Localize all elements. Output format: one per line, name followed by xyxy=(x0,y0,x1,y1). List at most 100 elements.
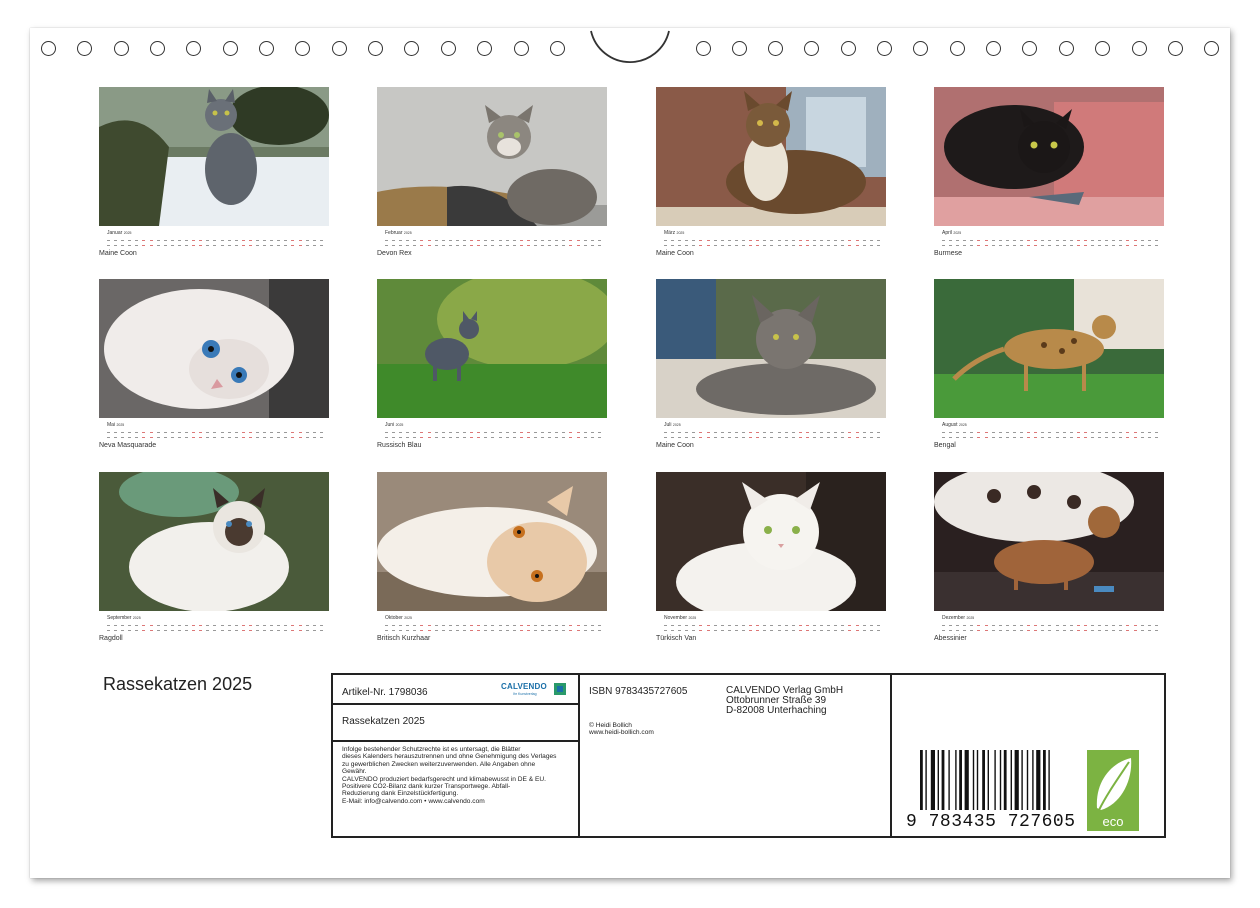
day-cell xyxy=(505,240,509,241)
day-cell xyxy=(277,625,281,626)
day-cell xyxy=(664,245,667,246)
cat-photo-drawing xyxy=(99,279,329,418)
day-cell xyxy=(284,437,288,438)
day-cell xyxy=(305,245,309,246)
day-cell xyxy=(699,630,703,631)
month-name: November xyxy=(664,615,688,621)
barcode-bar xyxy=(1014,750,1019,810)
day-cell xyxy=(699,240,703,241)
day-cell xyxy=(949,245,953,246)
binding-rings xyxy=(0,0,1260,80)
day-cell xyxy=(777,630,781,631)
day-cell xyxy=(385,432,388,433)
day-cell xyxy=(192,240,196,241)
day-cell xyxy=(505,245,509,246)
weekday-row xyxy=(942,623,1158,627)
day-cell xyxy=(277,630,281,631)
day-cell xyxy=(298,245,302,246)
day-cell xyxy=(312,437,316,438)
day-cell xyxy=(170,437,174,438)
day-cell xyxy=(685,245,689,246)
day-cell xyxy=(1062,432,1066,433)
day-cell xyxy=(163,437,167,438)
day-cell xyxy=(1041,245,1045,246)
day-cell xyxy=(385,240,388,241)
day-cell xyxy=(1140,245,1144,246)
day-cell xyxy=(706,630,710,631)
day-cell xyxy=(590,432,594,433)
day-cell xyxy=(548,245,552,246)
day-cell xyxy=(727,630,731,631)
day-cell xyxy=(170,432,174,433)
day-cell xyxy=(206,240,210,241)
binding-ring xyxy=(767,41,783,56)
day-cell xyxy=(1098,437,1102,438)
day-cell xyxy=(784,245,788,246)
binding-ring xyxy=(876,41,892,56)
day-cell xyxy=(526,240,530,241)
day-cell xyxy=(114,245,118,246)
binding-ring xyxy=(803,41,819,56)
day-cell xyxy=(505,625,509,626)
month-year: 2025 xyxy=(403,231,412,235)
day-cell xyxy=(756,240,760,241)
binding-ring xyxy=(1021,41,1037,56)
day-cell xyxy=(876,437,880,438)
binding-ring xyxy=(695,41,711,56)
cat-photo xyxy=(377,279,607,418)
day-cell xyxy=(541,245,545,246)
day-cell xyxy=(798,432,802,433)
day-cell xyxy=(170,625,174,626)
logo-wordmark: CALVENDO xyxy=(501,682,547,691)
day-cell xyxy=(770,625,774,626)
day-cell xyxy=(107,245,110,246)
day-cell xyxy=(1083,432,1087,433)
day-cell xyxy=(956,240,960,241)
day-cell xyxy=(862,625,866,626)
day-cell xyxy=(1119,625,1123,626)
day-cell xyxy=(827,630,831,631)
day-cell xyxy=(498,437,502,438)
binding-ring xyxy=(840,41,856,56)
day-cell xyxy=(533,625,537,626)
day-cell xyxy=(291,437,295,438)
day-cell xyxy=(213,437,217,438)
day-cell xyxy=(770,630,774,631)
day-cell xyxy=(784,240,788,241)
day-cell xyxy=(399,437,403,438)
breed-caption: Abessinier xyxy=(934,635,967,642)
day-cell xyxy=(1090,437,1094,438)
cat-photo xyxy=(99,472,329,611)
day-cell xyxy=(749,630,753,631)
day-cell xyxy=(213,625,217,626)
day-cell xyxy=(406,245,410,246)
day-cell xyxy=(1133,437,1137,438)
day-cell xyxy=(420,240,424,241)
day-cell xyxy=(742,432,746,433)
day-cell xyxy=(692,245,696,246)
month-label: Juli 2025 xyxy=(664,422,681,428)
day-cell xyxy=(812,240,816,241)
day-cell xyxy=(1041,630,1045,631)
day-cell xyxy=(1140,240,1144,241)
barcode-bar xyxy=(972,750,975,810)
day-cell xyxy=(720,432,724,433)
day-cell xyxy=(1012,245,1016,246)
day-cell xyxy=(1154,437,1158,438)
day-cell xyxy=(590,630,594,631)
day-grid xyxy=(107,623,323,635)
day-cell xyxy=(597,630,601,631)
day-cell xyxy=(805,240,809,241)
day-cell xyxy=(248,245,252,246)
day-cell xyxy=(590,625,594,626)
day-cell xyxy=(149,437,153,438)
day-cell xyxy=(1105,625,1109,626)
breed-caption: Devon Rex xyxy=(377,250,412,257)
day-cell xyxy=(841,240,845,241)
day-cell xyxy=(1005,625,1009,626)
day-cell xyxy=(526,432,530,433)
day-cell xyxy=(1027,240,1031,241)
day-cell xyxy=(142,437,146,438)
day-cell xyxy=(284,240,288,241)
day-cell xyxy=(664,432,667,433)
